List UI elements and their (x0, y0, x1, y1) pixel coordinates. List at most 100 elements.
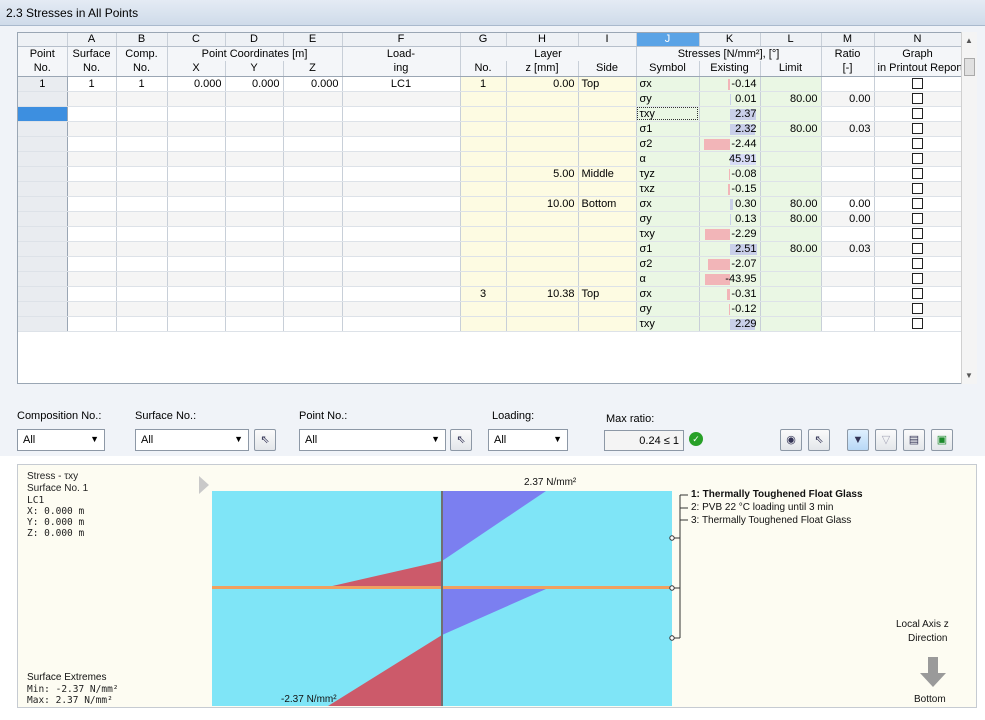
pick-surface-button[interactable]: ⇖ (254, 429, 276, 451)
cell-y[interactable] (225, 121, 284, 137)
cell-existing[interactable]: -2.29 (699, 226, 761, 242)
cell-surface[interactable] (67, 241, 117, 257)
cell-symbol[interactable]: τxy (636, 316, 700, 332)
graph-checkbox[interactable] (912, 168, 923, 180)
cell-x[interactable] (167, 196, 226, 212)
table-row[interactable]: α -43.95 (18, 271, 962, 287)
cell-z-mm[interactable] (506, 211, 579, 227)
cell-ratio[interactable] (821, 226, 875, 242)
cell-side[interactable] (578, 211, 637, 227)
cell-comp[interactable] (116, 211, 168, 227)
graph-checkbox[interactable] (912, 183, 923, 195)
scroll-up-icon[interactable]: ▲ (965, 36, 973, 45)
column-letter-e[interactable]: E (283, 33, 343, 47)
cell-existing[interactable]: 0.01 (699, 91, 761, 107)
select-button[interactable]: ⇖ (808, 429, 830, 451)
filter-ratio-button[interactable]: ▽ (875, 429, 897, 451)
cell-limit[interactable] (760, 286, 822, 302)
color-filter-button[interactable]: ▼ (847, 429, 869, 451)
graph-checkbox[interactable] (912, 108, 923, 120)
cell-y[interactable] (225, 301, 284, 317)
graph-checkbox-cell[interactable] (874, 136, 962, 152)
cell-z[interactable] (283, 151, 343, 167)
table-row[interactable]: τxy -2.29 (18, 226, 962, 242)
cell-layer[interactable] (460, 301, 507, 317)
cell-existing[interactable]: -0.08 (699, 166, 761, 182)
cell-z-mm[interactable] (506, 271, 579, 287)
cell-layer[interactable] (460, 241, 507, 257)
cell-side[interactable]: Top (578, 286, 637, 302)
cell-y[interactable] (225, 151, 284, 167)
cell-z-mm[interactable] (506, 301, 579, 317)
cell-ratio[interactable]: 0.00 (821, 196, 875, 212)
cell-z[interactable] (283, 286, 343, 302)
table-row[interactable]: τxy 2.37 (18, 106, 962, 122)
cell-comp[interactable] (116, 226, 168, 242)
cell-x[interactable] (167, 121, 226, 137)
cell-y[interactable] (225, 181, 284, 197)
cell-loading[interactable] (342, 181, 461, 197)
graph-checkbox[interactable] (912, 213, 923, 225)
cell-comp[interactable] (116, 166, 168, 182)
table-row[interactable]: σ2 -2.44 (18, 136, 962, 152)
cell-existing[interactable]: -0.15 (699, 181, 761, 197)
cell-surface[interactable] (67, 136, 117, 152)
cell-z-mm[interactable] (506, 91, 579, 107)
graph-checkbox[interactable] (912, 198, 923, 210)
cell-z[interactable] (283, 181, 343, 197)
cell-symbol[interactable]: σy (636, 211, 700, 227)
cell-layer[interactable]: 1 (460, 76, 507, 92)
graph-checkbox-cell[interactable] (874, 91, 962, 107)
cell-surface[interactable] (67, 211, 117, 227)
graph-checkbox-cell[interactable] (874, 196, 962, 212)
table-row[interactable]: σy -0.12 (18, 301, 962, 317)
cell-x[interactable] (167, 91, 226, 107)
cell-loading[interactable] (342, 106, 461, 122)
cell-comp[interactable] (116, 271, 168, 287)
cell-layer[interactable] (460, 226, 507, 242)
graph-checkbox[interactable] (912, 318, 923, 330)
cell-side[interactable]: Middle (578, 166, 637, 182)
cell-z-mm[interactable]: 5.00 (506, 166, 579, 182)
cell-surface[interactable] (67, 196, 117, 212)
cell-z[interactable] (283, 106, 343, 122)
graph-checkbox-cell[interactable] (874, 181, 962, 197)
cell-layer[interactable] (460, 91, 507, 107)
table-row[interactable]: α 45.91 (18, 151, 962, 167)
cell-limit[interactable]: 80.00 (760, 121, 822, 137)
cell-z[interactable] (283, 166, 343, 182)
cell-symbol[interactable]: σx (636, 286, 700, 302)
cell-z-mm[interactable] (506, 256, 579, 272)
cell-limit[interactable] (760, 181, 822, 197)
cell-layer[interactable] (460, 136, 507, 152)
column-letter-i[interactable]: I (578, 33, 637, 47)
cell-ratio[interactable] (821, 286, 875, 302)
cell-existing[interactable]: -2.44 (699, 136, 761, 152)
view-button[interactable]: ◉ (780, 429, 802, 451)
cell-symbol[interactable]: τxy (636, 106, 700, 122)
cell-comp[interactable]: 1 (116, 76, 168, 92)
graph-checkbox-cell[interactable] (874, 256, 962, 272)
cell-loading[interactable] (342, 196, 461, 212)
graph-checkbox-cell[interactable] (874, 76, 962, 92)
cell-side[interactable] (578, 136, 637, 152)
graph-checkbox[interactable] (912, 78, 923, 90)
cell-side[interactable] (578, 121, 637, 137)
cell-ratio[interactable]: 0.03 (821, 241, 875, 257)
row-header[interactable] (18, 181, 68, 197)
graph-checkbox-cell[interactable] (874, 166, 962, 182)
cell-existing[interactable]: -0.12 (699, 301, 761, 317)
cell-x[interactable] (167, 301, 226, 317)
cell-limit[interactable] (760, 106, 822, 122)
cell-existing[interactable]: 45.91 (699, 151, 761, 167)
cell-limit[interactable]: 80.00 (760, 211, 822, 227)
cell-comp[interactable] (116, 91, 168, 107)
cell-surface[interactable] (67, 106, 117, 122)
cell-loading[interactable] (342, 256, 461, 272)
column-letter-f[interactable]: F (342, 33, 461, 47)
row-header[interactable] (18, 316, 68, 332)
cell-surface[interactable] (67, 121, 117, 137)
cell-loading[interactable] (342, 136, 461, 152)
cell-existing[interactable]: -2.07 (699, 256, 761, 272)
cell-comp[interactable] (116, 106, 168, 122)
